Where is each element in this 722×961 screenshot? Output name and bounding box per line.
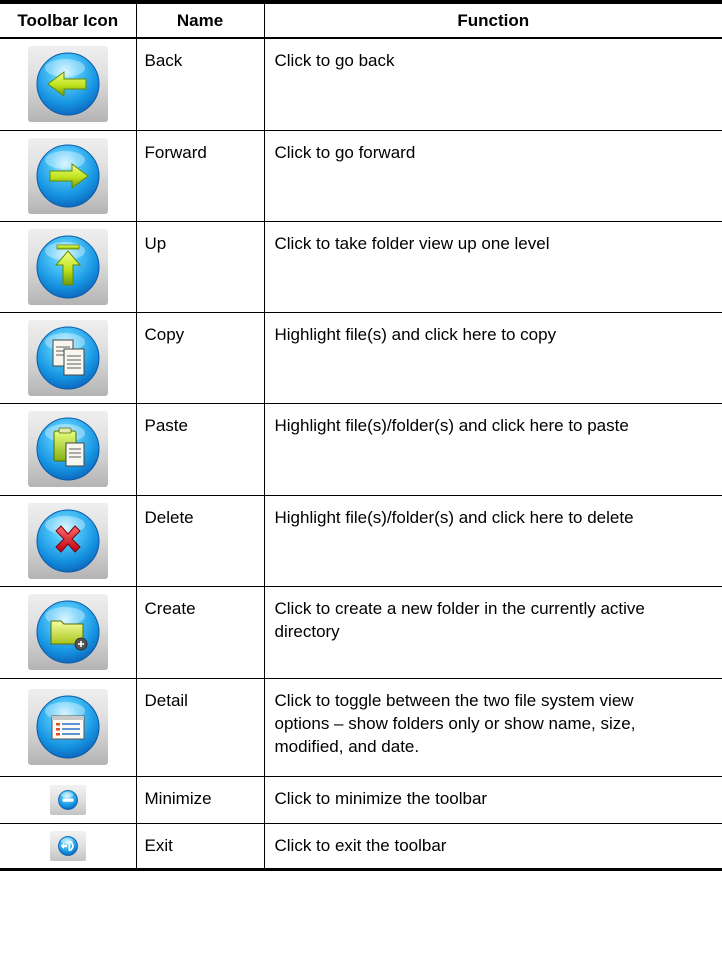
row-function: Click to go back [263, 38, 722, 130]
row-function: Click to take folder view up one level [263, 220, 722, 312]
create-folder-icon [27, 594, 108, 670]
icon-cell [0, 585, 136, 678]
icon-cell [0, 129, 136, 221]
detail-view-icon [27, 689, 108, 765]
back-arrow-icon [27, 46, 108, 123]
row-function: Click to go forward [263, 129, 722, 221]
icon-cell [0, 775, 136, 823]
row-name: Exit [135, 822, 264, 869]
icon-cell [0, 822, 136, 869]
copy-icon [27, 319, 108, 396]
icon-cell [0, 677, 136, 776]
table-row: Back Click to go back [0, 38, 722, 130]
icon-cell [0, 494, 136, 586]
table-row: Paste Highlight file(s)/folder(s) and cl… [0, 402, 722, 495]
icon-cell [0, 38, 136, 130]
toolbar-icons-table: Toolbar Icon Name Function Back Click to… [0, 0, 722, 871]
row-name: Delete [135, 494, 264, 586]
icon-cell [0, 402, 136, 495]
row-function: Highlight file(s) and click here to copy [263, 311, 722, 403]
row-function: Click to create a new folder in the curr… [263, 585, 722, 678]
header-function: Function [263, 2, 722, 39]
row-name: Paste [135, 402, 264, 495]
row-name: Copy [135, 311, 264, 403]
header-name: Name [135, 2, 264, 39]
table-row: Delete Highlight file(s)/folder(s) and c… [0, 494, 722, 586]
table-row: Minimize Click to minimize the toolbar [0, 775, 722, 823]
row-name: Create [135, 585, 264, 678]
table-row: Exit Click to exit the toolbar [0, 822, 722, 869]
table-row: Detail Click to toggle between the two f… [0, 677, 722, 776]
row-function: Highlight file(s)/folder(s) and click he… [263, 402, 722, 495]
table-header-row: Toolbar Icon Name Function [0, 2, 722, 39]
row-function: Click to exit the toolbar [263, 822, 722, 869]
row-function: Click to toggle between the two file sys… [263, 677, 722, 776]
minimize-icon [49, 784, 86, 815]
forward-arrow-icon [27, 137, 108, 214]
delete-icon [27, 502, 108, 579]
icon-cell [0, 220, 136, 312]
row-name: Up [135, 220, 264, 312]
exit-icon [49, 830, 86, 861]
row-name: Detail [135, 677, 264, 776]
row-function: Highlight file(s)/folder(s) and click he… [263, 494, 722, 586]
up-arrow-icon [27, 228, 108, 305]
table-row: Up Click to take folder view up one leve… [0, 220, 722, 312]
icon-cell [0, 311, 136, 403]
table-row: Create Click to create a new folder in t… [0, 585, 722, 678]
paste-icon [27, 411, 108, 487]
row-name: Minimize [135, 775, 264, 823]
row-name: Back [135, 38, 264, 130]
header-toolbar-icon: Toolbar Icon [0, 2, 136, 39]
table-row: Copy Highlight file(s) and click here to… [0, 311, 722, 403]
row-function: Click to minimize the toolbar [263, 775, 722, 823]
table-row: Forward Click to go forward [0, 129, 722, 221]
row-name: Forward [135, 129, 264, 221]
